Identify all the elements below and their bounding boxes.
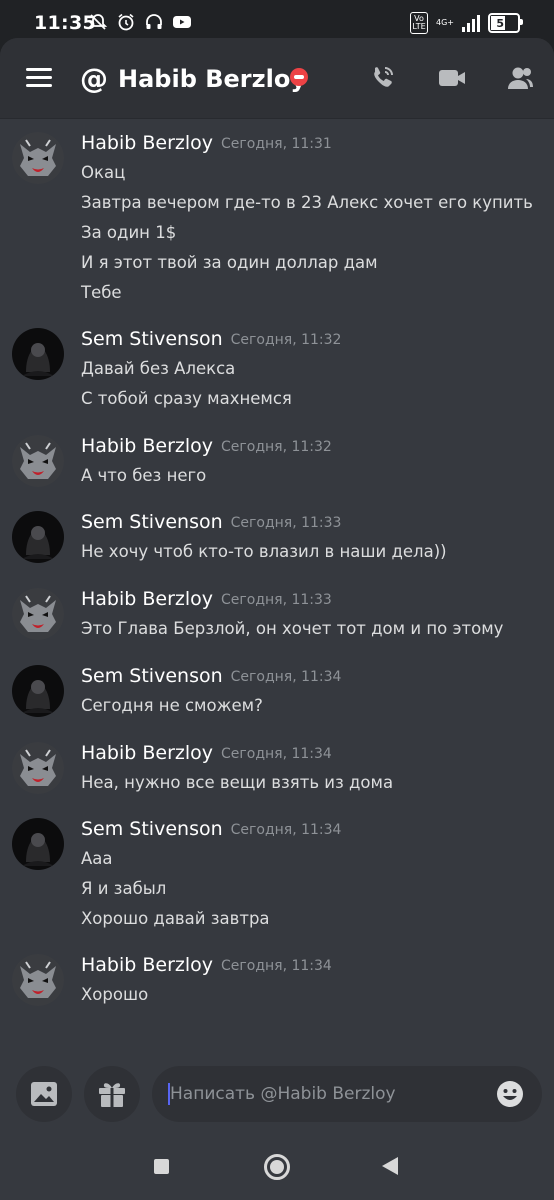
author-name[interactable]: Habib Berzloy [81,435,213,457]
status-time: 11:35 [34,12,96,34]
wolf-avatar[interactable] [12,588,64,640]
volte-badge: Vo LTE [410,12,428,34]
author-name[interactable]: Sem Stivenson [81,665,223,687]
battery-percent: 51 [496,16,512,30]
channel-title: Habib Berzloy [118,65,306,93]
message-author[interactable]: Habib Berzloy Сегодня, 11:32 [81,435,332,457]
image-icon [31,1082,57,1106]
message-author[interactable]: Habib Berzloy Сегодня, 11:34 [81,954,332,976]
dark-avatar[interactable] [12,511,64,563]
message-text: Я и забыл [81,879,167,898]
signal-icon [462,14,480,32]
message-input[interactable]: Написать @Habib Berzloy [152,1066,542,1122]
author-name[interactable]: Habib Berzloy [81,742,213,764]
message-input-placeholder: Написать @Habib Berzloy [170,1084,396,1104]
gift-button[interactable] [84,1066,140,1122]
dark-avatar[interactable] [12,665,64,717]
battery-icon: 51 [488,13,523,33]
author-name[interactable]: Habib Berzloy [81,132,213,154]
channel-header: @ Habib Berzloy [0,38,554,118]
emoji-icon[interactable] [496,1080,524,1108]
home-button[interactable] [264,1154,290,1180]
dark-avatar[interactable] [12,818,64,870]
status-left-icons [88,12,192,32]
message-composer: Написать @Habib Berzloy [0,1056,554,1132]
youtube-icon [173,16,191,28]
recents-button[interactable] [154,1159,169,1174]
wolf-avatar[interactable] [12,742,64,794]
message-text: Не хочу чтоб кто-то влазил в наши дела)) [81,542,447,561]
network-type: 4G+ [436,18,454,27]
headset-icon [146,14,162,29]
message-author[interactable]: Habib Berzloy Сегодня, 11:31 [81,132,332,154]
menu-icon[interactable] [26,68,52,88]
message-text: Неа, нужно все вещи взять из дома [81,773,394,792]
back-button[interactable] [382,1157,398,1175]
message-timestamp: Сегодня, 11:32 [221,439,332,455]
message-text: Ааа [81,849,113,868]
message-author[interactable]: Habib Berzloy Сегодня, 11:33 [81,588,332,610]
phone-icon[interactable] [366,62,398,94]
author-name[interactable]: Habib Berzloy [81,954,213,976]
message-text: И я этот твой за один доллар дам [81,253,378,272]
do-not-disturb-icon [290,68,308,86]
attach-image-button[interactable] [16,1066,72,1122]
dark-avatar[interactable] [12,328,64,380]
gift-icon [99,1083,125,1107]
wolf-avatar[interactable] [12,435,64,487]
message-text: А что без него [81,466,207,485]
message-timestamp: Сегодня, 11:33 [230,515,342,531]
message-timestamp: Сегодня, 11:34 [221,746,332,762]
video-camera-icon[interactable] [436,62,468,94]
message-timestamp: Сегодня, 11:32 [230,332,342,348]
message-text: Завтра вечером где-то в 23 Алекс хочет е… [81,193,533,212]
alarm-icon [118,13,134,31]
members-icon[interactable] [504,62,536,94]
author-name[interactable]: Sem Stivenson [81,328,223,350]
at-icon: @ [80,62,108,95]
message-text: Сегодня не сможем? [81,696,263,715]
message-text: За один 1$ [81,223,177,242]
message-text: Окац [81,163,126,182]
wolf-avatar[interactable] [12,132,64,184]
wolf-avatar[interactable] [12,954,64,1006]
message-timestamp: Сегодня, 11:33 [221,592,332,608]
message-author[interactable]: Habib Berzloy Сегодня, 11:34 [81,742,332,764]
bell-off-icon [88,14,108,30]
author-name[interactable]: Sem Stivenson [81,818,223,840]
message-author[interactable]: Sem Stivenson Сегодня, 11:32 [81,328,341,350]
message-timestamp: Сегодня, 11:34 [221,958,332,974]
message-text: Это Глава Берзлой, он хочет тот дом и по… [81,619,504,638]
message-text: С тобой сразу махнемся [81,389,292,408]
message-author[interactable]: Sem Stivenson Сегодня, 11:34 [81,818,341,840]
message-author[interactable]: Sem Stivenson Сегодня, 11:34 [81,665,341,687]
message-text: Хорошо [81,985,149,1004]
message-timestamp: Сегодня, 11:31 [221,136,332,152]
system-navbar [0,1134,554,1200]
message-author[interactable]: Sem Stivenson Сегодня, 11:33 [81,511,341,533]
message-text: Тебе [81,283,122,302]
message-timestamp: Сегодня, 11:34 [230,822,342,838]
message-text: Давай без Алекса [81,359,236,378]
message-text: Хорошо давай завтра [81,909,270,928]
author-name[interactable]: Sem Stivenson [81,511,223,533]
message-timestamp: Сегодня, 11:34 [230,669,342,685]
status-right-icons: Vo LTE 4G+ 51 [410,12,523,34]
author-name[interactable]: Habib Berzloy [81,588,213,610]
